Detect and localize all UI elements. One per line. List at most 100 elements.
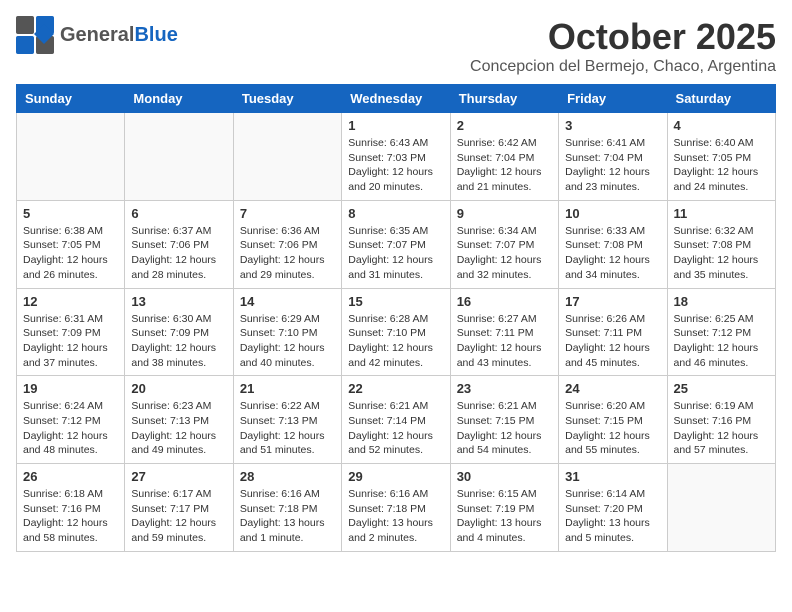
day-number: 21 — [240, 381, 335, 396]
page-header: GeneralBlue October 2025 Concepcion del … — [16, 16, 776, 76]
calendar-cell: 22Sunrise: 6:21 AM Sunset: 7:14 PM Dayli… — [342, 376, 450, 464]
day-number: 2 — [457, 118, 552, 133]
day-number: 28 — [240, 469, 335, 484]
day-info: Sunrise: 6:33 AM Sunset: 7:08 PM Dayligh… — [565, 224, 660, 283]
day-number: 12 — [23, 294, 118, 309]
col-monday: Monday — [125, 85, 233, 113]
day-number: 9 — [457, 206, 552, 221]
day-number: 10 — [565, 206, 660, 221]
calendar-table: Sunday Monday Tuesday Wednesday Thursday… — [16, 84, 776, 552]
day-number: 31 — [565, 469, 660, 484]
day-info: Sunrise: 6:26 AM Sunset: 7:11 PM Dayligh… — [565, 312, 660, 371]
day-number: 16 — [457, 294, 552, 309]
col-thursday: Thursday — [450, 85, 558, 113]
calendar-week-1: 1Sunrise: 6:43 AM Sunset: 7:03 PM Daylig… — [17, 113, 776, 201]
col-sunday: Sunday — [17, 85, 125, 113]
calendar-cell: 8 Sunrise: 6:35 AM Sunset: 7:07 PM Daylig… — [342, 200, 450, 288]
calendar-cell: 26 Sunrise: 6:18 AM Sunset: 7:16 PM Dayli… — [17, 464, 125, 552]
calendar-cell: 18Sunrise: 6:25 AM Sunset: 7:12 PM Dayli… — [667, 288, 775, 376]
day-number: 8 — [348, 206, 443, 221]
day-info: Sunrise: 6:29 AM Sunset: 7:10 PM Dayligh… — [240, 312, 335, 371]
location-title: Concepcion del Bermejo, Chaco, Argentina — [470, 58, 776, 76]
calendar-cell: 24Sunrise: 6:20 AM Sunset: 7:15 PM Dayli… — [559, 376, 667, 464]
calendar-week-4: 19Sunrise: 6:24 AM Sunset: 7:12 PM Dayli… — [17, 376, 776, 464]
month-title: October 2025 — [470, 16, 776, 58]
day-number: 6 — [131, 206, 226, 221]
day-info: Sunrise: 6:18 AM Sunset: 7:16 PM Dayligh… — [23, 487, 118, 546]
calendar-cell: 12 Sunrise: 6:31 AM Sunset: 7:09 PM Dayli… — [17, 288, 125, 376]
calendar-cell: 1Sunrise: 6:43 AM Sunset: 7:03 PM Daylig… — [342, 113, 450, 201]
logo-icon — [16, 16, 54, 54]
calendar-cell — [17, 113, 125, 201]
day-info: Sunrise: 6:17 AM Sunset: 7:17 PM Dayligh… — [131, 487, 226, 546]
day-info: Sunrise: 6:16 AM Sunset: 7:18 PM Dayligh… — [348, 487, 443, 546]
calendar-cell: 5Sunrise: 6:38 AM Sunset: 7:05 PM Daylig… — [17, 200, 125, 288]
day-number: 30 — [457, 469, 552, 484]
day-number: 1 — [348, 118, 443, 133]
col-saturday: Saturday — [667, 85, 775, 113]
calendar-cell: 9 Sunrise: 6:34 AM Sunset: 7:07 PM Daylig… — [450, 200, 558, 288]
calendar-cell: 30 Sunrise: 6:15 AM Sunset: 7:19 PM Dayli… — [450, 464, 558, 552]
logo: GeneralBlue — [16, 16, 178, 54]
day-info: Sunrise: 6:32 AM Sunset: 7:08 PM Dayligh… — [674, 224, 769, 283]
title-section: October 2025 Concepcion del Bermejo, Cha… — [470, 16, 776, 76]
calendar-cell: 19Sunrise: 6:24 AM Sunset: 7:12 PM Dayli… — [17, 376, 125, 464]
calendar-cell: 2 Sunrise: 6:42 AM Sunset: 7:04 PM Daylig… — [450, 113, 558, 201]
calendar-cell: 31 Sunrise: 6:14 AM Sunset: 7:20 PM Dayli… — [559, 464, 667, 552]
day-info: Sunrise: 6:19 AM Sunset: 7:16 PM Dayligh… — [674, 399, 769, 458]
calendar-cell: 21 Sunrise: 6:22 AM Sunset: 7:13 PM Dayli… — [233, 376, 341, 464]
day-info: Sunrise: 6:28 AM Sunset: 7:10 PM Dayligh… — [348, 312, 443, 371]
calendar-cell: 16 Sunrise: 6:27 AM Sunset: 7:11 PM Dayli… — [450, 288, 558, 376]
calendar-cell: 6 Sunrise: 6:37 AM Sunset: 7:06 PM Daylig… — [125, 200, 233, 288]
day-info: Sunrise: 6:15 AM Sunset: 7:19 PM Dayligh… — [457, 487, 552, 546]
day-info: Sunrise: 6:36 AM Sunset: 7:06 PM Dayligh… — [240, 224, 335, 283]
calendar-cell: 10 Sunrise: 6:33 AM Sunset: 7:08 PM Dayli… — [559, 200, 667, 288]
day-number: 15 — [348, 294, 443, 309]
calendar-cell: 11Sunrise: 6:32 AM Sunset: 7:08 PM Dayli… — [667, 200, 775, 288]
calendar-cell: 23Sunrise: 6:21 AM Sunset: 7:15 PM Dayli… — [450, 376, 558, 464]
calendar-cell: 20 Sunrise: 6:23 AM Sunset: 7:13 PM Dayli… — [125, 376, 233, 464]
calendar-cell: 4 Sunrise: 6:40 AM Sunset: 7:05 PM Daylig… — [667, 113, 775, 201]
day-number: 14 — [240, 294, 335, 309]
day-info: Sunrise: 6:25 AM Sunset: 7:12 PM Dayligh… — [674, 312, 769, 371]
day-number: 13 — [131, 294, 226, 309]
calendar-cell: 15 Sunrise: 6:28 AM Sunset: 7:10 PM Dayli… — [342, 288, 450, 376]
day-info: Sunrise: 6:34 AM Sunset: 7:07 PM Dayligh… — [457, 224, 552, 283]
day-number: 4 — [674, 118, 769, 133]
calendar-cell: 13 Sunrise: 6:30 AM Sunset: 7:09 PM Dayli… — [125, 288, 233, 376]
day-number: 23 — [457, 381, 552, 396]
day-number: 25 — [674, 381, 769, 396]
calendar-cell — [667, 464, 775, 552]
col-tuesday: Tuesday — [233, 85, 341, 113]
day-info: Sunrise: 6:27 AM Sunset: 7:11 PM Dayligh… — [457, 312, 552, 371]
day-number: 3 — [565, 118, 660, 133]
calendar-cell: 17 Sunrise: 6:26 AM Sunset: 7:11 PM Dayli… — [559, 288, 667, 376]
calendar-cell: 29Sunrise: 6:16 AM Sunset: 7:18 PM Dayli… — [342, 464, 450, 552]
day-info: Sunrise: 6:31 AM Sunset: 7:09 PM Dayligh… — [23, 312, 118, 371]
calendar-cell: 3 Sunrise: 6:41 AM Sunset: 7:04 PM Daylig… — [559, 113, 667, 201]
col-wednesday: Wednesday — [342, 85, 450, 113]
day-info: Sunrise: 6:23 AM Sunset: 7:13 PM Dayligh… — [131, 399, 226, 458]
calendar-cell: 27Sunrise: 6:17 AM Sunset: 7:17 PM Dayli… — [125, 464, 233, 552]
calendar-week-2: 5Sunrise: 6:38 AM Sunset: 7:05 PM Daylig… — [17, 200, 776, 288]
calendar-cell: 7Sunrise: 6:36 AM Sunset: 7:06 PM Daylig… — [233, 200, 341, 288]
day-number: 26 — [23, 469, 118, 484]
calendar-cell: 28 Sunrise: 6:16 AM Sunset: 7:18 PM Dayli… — [233, 464, 341, 552]
calendar-cell — [233, 113, 341, 201]
day-info: Sunrise: 6:40 AM Sunset: 7:05 PM Dayligh… — [674, 136, 769, 195]
day-info: Sunrise: 6:42 AM Sunset: 7:04 PM Dayligh… — [457, 136, 552, 195]
day-info: Sunrise: 6:20 AM Sunset: 7:15 PM Dayligh… — [565, 399, 660, 458]
day-number: 19 — [23, 381, 118, 396]
day-info: Sunrise: 6:37 AM Sunset: 7:06 PM Dayligh… — [131, 224, 226, 283]
day-info: Sunrise: 6:30 AM Sunset: 7:09 PM Dayligh… — [131, 312, 226, 371]
day-info: Sunrise: 6:16 AM Sunset: 7:18 PM Dayligh… — [240, 487, 335, 546]
calendar-cell: 14 Sunrise: 6:29 AM Sunset: 7:10 PM Dayli… — [233, 288, 341, 376]
day-info: Sunrise: 6:38 AM Sunset: 7:05 PM Dayligh… — [23, 224, 118, 283]
day-info: Sunrise: 6:35 AM Sunset: 7:07 PM Dayligh… — [348, 224, 443, 283]
day-info: Sunrise: 6:14 AM Sunset: 7:20 PM Dayligh… — [565, 487, 660, 546]
day-number: 17 — [565, 294, 660, 309]
day-info: Sunrise: 6:22 AM Sunset: 7:13 PM Dayligh… — [240, 399, 335, 458]
calendar-week-5: 26 Sunrise: 6:18 AM Sunset: 7:16 PM Dayli… — [17, 464, 776, 552]
day-info: Sunrise: 6:41 AM Sunset: 7:04 PM Dayligh… — [565, 136, 660, 195]
day-number: 20 — [131, 381, 226, 396]
